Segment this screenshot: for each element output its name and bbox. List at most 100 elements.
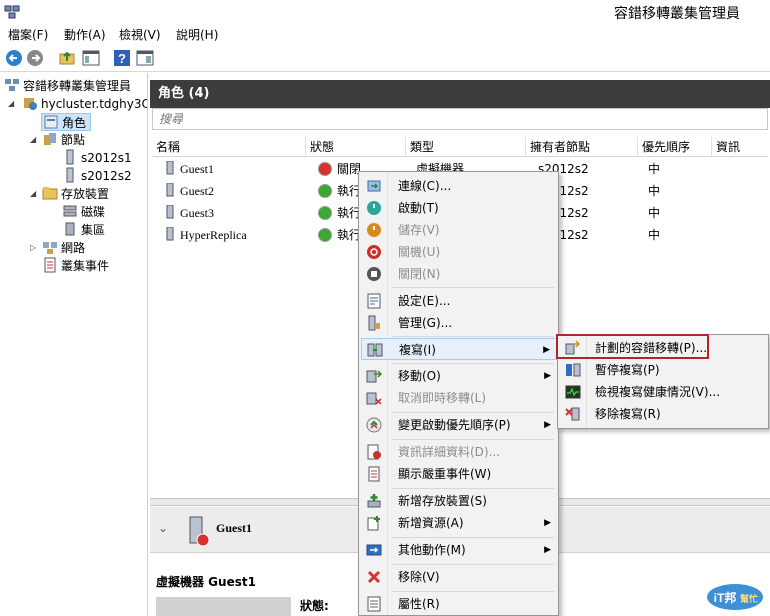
menu-separator	[392, 412, 554, 413]
tree-item-root[interactable]: 容錯移轉叢集管理員	[4, 77, 131, 95]
menu-item-pause-replication[interactable]: 暫停複寫(P)	[560, 359, 766, 381]
menu-label: 關機(U)	[398, 245, 441, 259]
forward-arrow-icon[interactable]	[26, 49, 44, 67]
console-pane-icon[interactable]	[82, 49, 100, 67]
collapse-arrow-icon[interactable]: ◢	[30, 185, 36, 203]
menu-item-replication-health[interactable]: 檢視複寫健康情況(V)...	[560, 381, 766, 403]
detail-title: Guest1	[216, 521, 252, 535]
back-arrow-icon[interactable]	[5, 49, 23, 67]
tree-item-pools[interactable]: 集區	[62, 221, 105, 239]
column-owner-node[interactable]: 擁有者節點	[526, 137, 638, 157]
tree-item-roles[interactable]: 角色	[41, 113, 91, 131]
watermark-text: iT邦	[714, 590, 737, 605]
column-info[interactable]: 資訊	[712, 137, 768, 157]
menu-item-connect[interactable]: 連線(C)...	[361, 175, 557, 197]
menu-label: 資訊詳細資料(D)...	[398, 445, 501, 459]
watermark-subtext: 幫忙	[740, 593, 758, 604]
menu-item-remove[interactable]: 移除(V)	[361, 566, 557, 588]
tree-label: 存放裝置	[61, 187, 110, 201]
toolbar: ?	[0, 44, 770, 72]
menu-item-remove-replication[interactable]: 移除複寫(R)	[560, 403, 766, 425]
role-priority: 中	[648, 184, 661, 198]
menu-label: 新增資源(A)	[398, 516, 464, 530]
menu-label: 暫停複寫(P)	[595, 363, 660, 377]
title-bar: 容錯移轉叢集管理員	[0, 0, 770, 24]
tree-item-networks[interactable]: ▷ 網路	[30, 239, 85, 257]
highlight-box	[556, 334, 709, 359]
menu-label: 移除(V)	[398, 570, 440, 584]
action-pane-icon[interactable]	[136, 49, 154, 67]
menu-label: 管理(G)...	[398, 316, 453, 330]
collapse-arrow-icon[interactable]: ◢	[8, 95, 14, 113]
menu-label: 移動(O)	[398, 369, 441, 383]
folder-up-icon[interactable]	[58, 49, 76, 67]
menu-item-start[interactable]: 啟動(T)	[361, 197, 557, 219]
menu-view[interactable]: 檢視(V)	[119, 26, 161, 43]
navigation-tree: 容錯移轉叢集管理員 ◢ hycluster.tdghy3C 角色 ◢ 節點 s2…	[0, 73, 148, 616]
expand-arrow-icon[interactable]: ▷	[30, 239, 36, 257]
menu-item-add-resource[interactable]: 新增資源(A) ▶	[361, 512, 557, 534]
menu-item-add-storage[interactable]: 新增存放裝置(S)	[361, 490, 557, 512]
menu-separator	[392, 488, 554, 489]
replication-icon	[367, 343, 383, 357]
menu-label: 變更啟動優先順序(P)	[398, 418, 511, 432]
menu-item-shutdown: 關機(U)	[361, 241, 557, 263]
settings-icon	[367, 293, 381, 309]
menu-item-settings[interactable]: 設定(E)...	[361, 290, 557, 312]
tree-label: hycluster.tdghy3C	[41, 97, 148, 111]
tree-item-events[interactable]: 叢集事件	[42, 257, 109, 275]
turn-off-icon	[367, 267, 381, 281]
column-name[interactable]: 名稱	[152, 137, 306, 157]
menu-item-properties[interactable]: 屬性(R)	[361, 593, 557, 615]
menu-label: 檢視複寫健康情況(V)...	[595, 385, 721, 399]
virtual-machine-icon	[166, 205, 174, 219]
menu-item-replication[interactable]: 複寫(I) ▶	[361, 338, 557, 360]
menu-help[interactable]: 說明(H)	[176, 26, 218, 43]
storage-folder-icon	[42, 187, 58, 200]
tree-item-cluster[interactable]: ◢ hycluster.tdghy3C	[8, 95, 148, 113]
running-status-icon	[318, 184, 332, 198]
column-priority[interactable]: 優先順序	[638, 137, 712, 157]
column-status[interactable]: 狀態	[306, 137, 406, 157]
menu-item-manage[interactable]: 管理(G)...	[361, 312, 557, 334]
disk-icon	[63, 205, 77, 217]
tree-item-disks[interactable]: 磁碟	[62, 203, 105, 221]
collapse-chevron-icon[interactable]: ⌄	[158, 521, 168, 535]
tree-item-node1[interactable]: s2012s1	[62, 149, 132, 167]
menu-item-more-actions[interactable]: 其他動作(M) ▶	[361, 539, 557, 561]
search-box[interactable]	[152, 108, 768, 130]
replication-health-icon	[565, 385, 581, 399]
collapse-arrow-icon[interactable]: ◢	[30, 131, 36, 149]
tree-item-nodes[interactable]: ◢ 節點	[30, 131, 85, 149]
search-input[interactable]	[153, 109, 767, 129]
tree-label: s2012s1	[81, 151, 132, 165]
menu-separator	[392, 336, 554, 337]
cancel-migration-icon	[366, 392, 382, 405]
column-type[interactable]: 類型	[406, 137, 526, 157]
menu-label: 移除複寫(R)	[595, 407, 661, 421]
submenu-arrow-icon: ▶	[544, 420, 551, 430]
role-priority: 中	[648, 206, 661, 220]
menu-action[interactable]: 動作(A)	[64, 26, 106, 43]
ithome-logo: iT邦 幫忙	[707, 584, 763, 610]
menu-file[interactable]: 檔案(F)	[8, 26, 48, 43]
tree-label: 磁碟	[81, 205, 106, 219]
menu-item-move[interactable]: 移動(O) ▶	[361, 365, 557, 387]
running-status-icon	[318, 206, 332, 220]
tree-item-storage[interactable]: ◢ 存放裝置	[30, 185, 109, 203]
manage-icon	[368, 315, 380, 331]
help-icon[interactable]: ?	[113, 49, 131, 67]
menu-item-critical-events[interactable]: 顯示嚴重事件(W)	[361, 463, 557, 485]
virtual-machine-icon	[166, 161, 174, 175]
submenu-arrow-icon: ▶	[543, 345, 550, 355]
submenu-arrow-icon: ▶	[544, 518, 551, 528]
remove-icon	[367, 570, 381, 584]
menu-separator	[392, 363, 554, 364]
tree-item-node2[interactable]: s2012s2	[62, 167, 132, 185]
submenu-arrow-icon: ▶	[544, 371, 551, 381]
menu-item-change-priority[interactable]: 變更啟動優先順序(P) ▶	[361, 414, 557, 436]
role-name: Guest2	[180, 184, 214, 198]
menu-separator	[392, 537, 554, 538]
server-icon	[66, 167, 74, 183]
menu-separator	[392, 591, 554, 592]
